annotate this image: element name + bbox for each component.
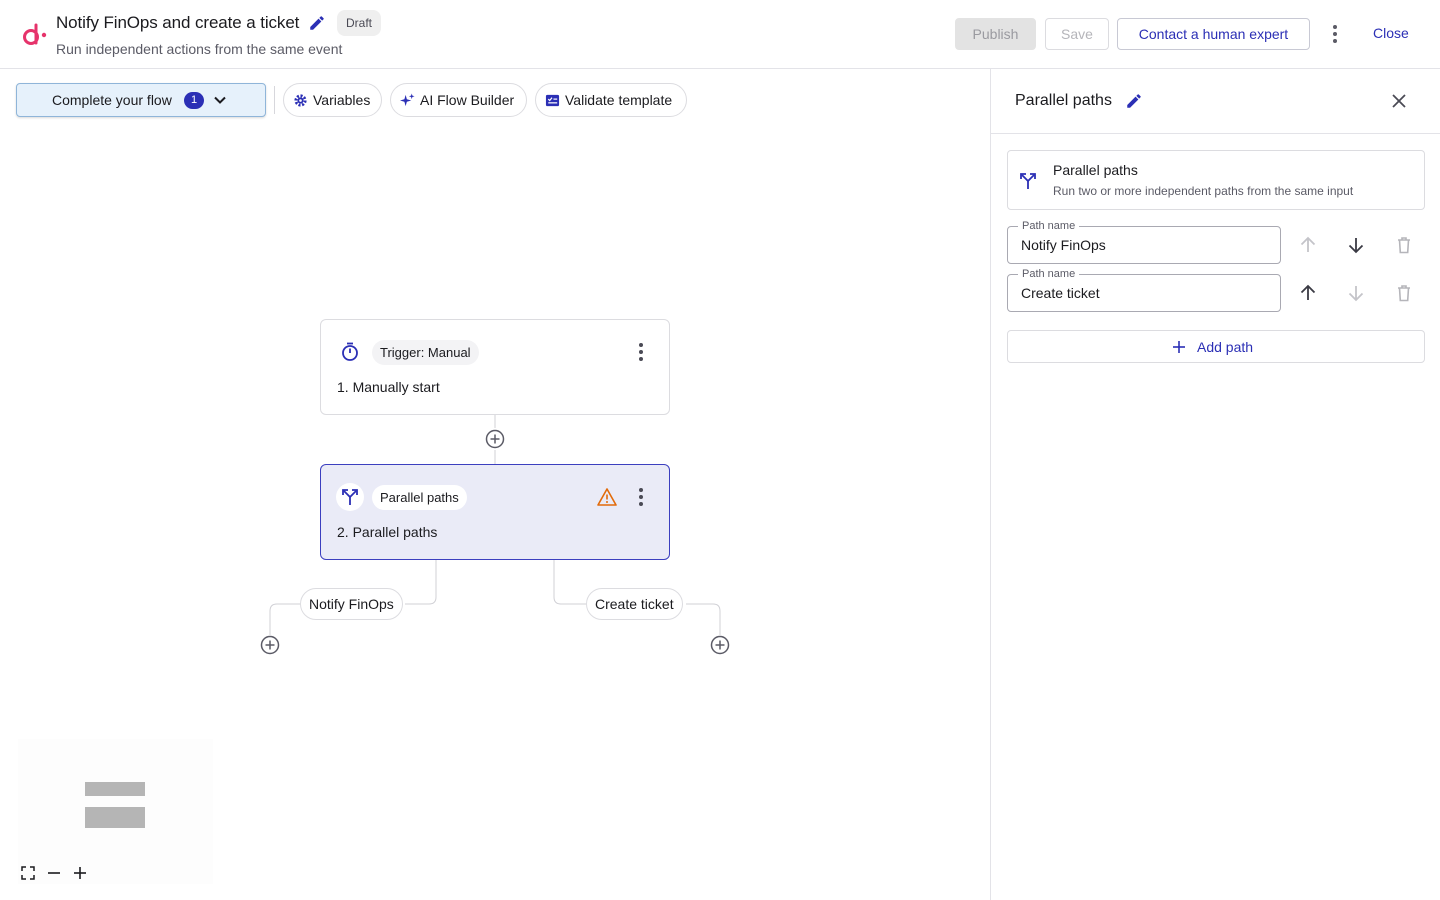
- add-step-icon[interactable]: [485, 429, 505, 449]
- edit-step-name-icon[interactable]: [1125, 92, 1143, 110]
- node-title: 1. Manually start: [337, 379, 440, 395]
- step-info-card: Parallel paths Run two or more independe…: [1007, 150, 1425, 210]
- move-up-arrow-icon[interactable]: [1298, 235, 1318, 255]
- step-info-description: Run two or more independent paths from t…: [1053, 184, 1354, 198]
- panel-title: Parallel paths: [1015, 92, 1112, 109]
- flow-canvas[interactable]: Complete your flow 1 Variables AI Flow B…: [0, 69, 990, 900]
- node-more-options-icon[interactable]: [631, 341, 651, 363]
- plus-icon: [1173, 341, 1185, 353]
- flow-subtitle: Run independent actions from the same ev…: [56, 41, 343, 57]
- move-up-arrow-icon[interactable]: [1298, 283, 1318, 303]
- stopwatch-icon: [342, 342, 358, 361]
- flow-title: Notify FinOps and create a ticket: [56, 13, 300, 32]
- add-step-icon[interactable]: [260, 635, 280, 655]
- status-badge: Draft: [337, 10, 382, 36]
- panel-header: Parallel paths: [991, 69, 1440, 134]
- path-name-value: Notify FinOps: [1021, 237, 1106, 253]
- top-header: Notify FinOps and create a ticket Draft …: [0, 0, 1440, 69]
- edit-title-icon[interactable]: [308, 14, 326, 32]
- delete-path-icon[interactable]: [1394, 283, 1414, 303]
- flow-node-trigger[interactable]: Trigger: Manual 1. Manually start: [320, 319, 670, 415]
- warning-icon[interactable]: [597, 487, 617, 507]
- zoom-in-icon[interactable]: [72, 865, 88, 881]
- add-path-label: Add path: [1197, 339, 1254, 355]
- node-type-tag: Trigger: Manual: [372, 340, 479, 365]
- delete-path-icon[interactable]: [1394, 235, 1414, 255]
- path-name-value: Create ticket: [1021, 285, 1100, 301]
- add-step-icon[interactable]: [710, 635, 730, 655]
- split-arrows-icon: [1020, 173, 1036, 189]
- node-more-options-icon[interactable]: [631, 486, 651, 508]
- contact-expert-button[interactable]: Contact a human expert: [1117, 18, 1310, 50]
- step-info-title: Parallel paths: [1053, 162, 1138, 178]
- branch-label-create-ticket[interactable]: Create ticket: [586, 588, 683, 620]
- step-settings-panel: Parallel paths Parallel paths Run two or…: [990, 69, 1440, 900]
- more-options-icon[interactable]: [1324, 22, 1346, 46]
- save-button[interactable]: Save: [1045, 18, 1109, 50]
- path-row: Path name Notify FinOps: [1007, 219, 1427, 266]
- path-name-legend: Path name: [1018, 267, 1080, 281]
- flow-node-parallel-paths[interactable]: Parallel paths 2. Parallel paths: [320, 464, 670, 560]
- publish-button[interactable]: Publish: [955, 18, 1036, 50]
- minimap-node: [85, 782, 145, 796]
- add-path-button[interactable]: Add path: [1007, 330, 1425, 363]
- minimap-node: [85, 807, 145, 828]
- node-title: 2. Parallel paths: [337, 524, 438, 540]
- zoom-out-icon[interactable]: [46, 865, 62, 881]
- path-name-field[interactable]: Path name Create ticket: [1007, 267, 1281, 312]
- close-button[interactable]: Close: [1373, 25, 1409, 41]
- app-logo-icon: [23, 23, 47, 45]
- path-name-field[interactable]: Path name Notify FinOps: [1007, 219, 1281, 264]
- move-down-arrow-icon[interactable]: [1346, 235, 1366, 255]
- branch-label-notify-finops[interactable]: Notify FinOps: [300, 588, 403, 620]
- close-icon[interactable]: [1389, 91, 1409, 111]
- minimap[interactable]: [18, 739, 213, 884]
- path-row: Path name Create ticket: [1007, 267, 1427, 314]
- move-down-arrow-icon[interactable]: [1346, 283, 1366, 303]
- split-arrows-icon: [342, 489, 358, 505]
- path-name-legend: Path name: [1018, 219, 1080, 233]
- node-type-tag: Parallel paths: [372, 485, 467, 510]
- fit-view-icon[interactable]: [20, 865, 36, 881]
